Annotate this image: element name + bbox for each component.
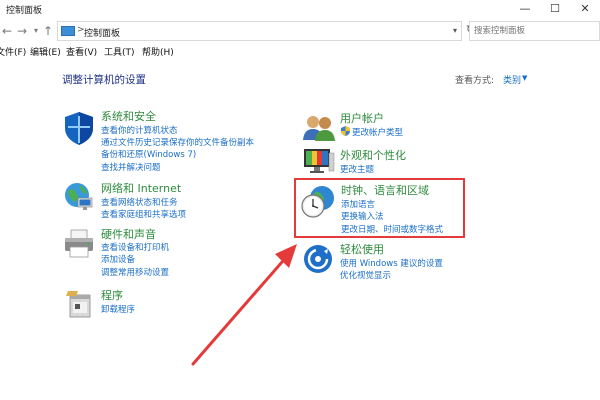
- link-change-theme[interactable]: 更改主题: [340, 163, 374, 175]
- maximize-button[interactable]: ☐: [540, 0, 570, 18]
- window-title: 控制面板: [6, 6, 43, 16]
- link-mobility-settings[interactable]: 调整常用移动设置: [101, 266, 169, 278]
- up-button[interactable]: ↑: [41, 23, 55, 39]
- category-title[interactable]: 用户帐户: [340, 110, 384, 126]
- address-row: ← → ▾ ↑ > 控制面板 ▾ ↻: [0, 19, 600, 43]
- annotation-arrow: [191, 244, 297, 366]
- menu-file[interactable]: 文件(F): [0, 45, 26, 58]
- network-globe-icon[interactable]: [62, 180, 98, 214]
- link-optimize-display[interactable]: 优化视觉显示: [340, 269, 391, 281]
- back-button[interactable]: ←: [0, 23, 14, 39]
- address-bar[interactable]: > 控制面板 ▾: [57, 21, 462, 41]
- link-uninstall-program[interactable]: 卸载程序: [101, 303, 135, 315]
- minimize-button[interactable]: —: [510, 0, 540, 18]
- search-input[interactable]: [469, 21, 600, 41]
- monitor-icon[interactable]: [302, 147, 336, 177]
- close-button[interactable]: ✕: [570, 0, 600, 18]
- category-title[interactable]: 外观和个性化: [340, 147, 406, 163]
- accessibility-icon[interactable]: [302, 243, 334, 275]
- menu-tools[interactable]: 工具(T): [104, 45, 135, 58]
- users-icon[interactable]: [302, 112, 336, 144]
- category-title[interactable]: 轻松使用: [340, 241, 384, 257]
- control-panel-icon: [61, 26, 75, 36]
- menu-view[interactable]: 查看(V): [66, 45, 97, 58]
- printer-icon[interactable]: [62, 228, 98, 260]
- category-title[interactable]: 硬件和声音: [101, 226, 156, 242]
- link-view-status[interactable]: 查看你的计算机状态: [101, 124, 178, 136]
- category-title[interactable]: 网络和 Internet: [101, 180, 181, 196]
- menu-bar: 文件(F) 编辑(E) 查看(V) 工具(T) 帮助(H): [0, 44, 600, 58]
- chevron-down-icon[interactable]: ▾: [453, 26, 457, 35]
- category-title[interactable]: 系统和安全: [101, 108, 156, 124]
- chevron-down-icon[interactable]: ▼: [522, 74, 527, 82]
- link-troubleshoot[interactable]: 查找并解决问题: [101, 161, 161, 173]
- highlight-box: [294, 178, 465, 238]
- menu-help[interactable]: 帮助(H): [142, 45, 174, 58]
- view-by-dropdown[interactable]: 类别: [503, 73, 521, 86]
- link-recommended-settings[interactable]: 使用 Windows 建议的设置: [340, 257, 443, 269]
- menu-edit[interactable]: 编辑(E): [30, 45, 61, 58]
- link-file-history[interactable]: 通过文件历史记录保存你的文件备份副本: [101, 136, 254, 148]
- shield-icon[interactable]: [62, 110, 96, 146]
- breadcrumb-control-panel[interactable]: 控制面板: [84, 26, 120, 39]
- link-homegroup[interactable]: 查看家庭组和共享选项: [101, 208, 186, 220]
- programs-icon[interactable]: [64, 287, 96, 321]
- forward-button[interactable]: →: [15, 23, 29, 39]
- title-bar: 控制面板 — ☐ ✕: [0, 0, 600, 18]
- link-add-device[interactable]: 添加设备: [101, 253, 135, 265]
- link-backup-restore[interactable]: 备份和还原(Windows 7): [101, 148, 196, 160]
- link-network-status[interactable]: 查看网络状态和任务: [101, 196, 178, 208]
- category-title[interactable]: 程序: [101, 287, 123, 303]
- uac-shield-icon: [341, 126, 350, 136]
- view-by-label: 查看方式:: [455, 76, 495, 86]
- link-devices-printers[interactable]: 查看设备和打印机: [101, 241, 169, 253]
- link-change-account-type[interactable]: 更改帐户类型: [352, 126, 403, 138]
- page-title: 调整计算机的设置: [62, 74, 146, 86]
